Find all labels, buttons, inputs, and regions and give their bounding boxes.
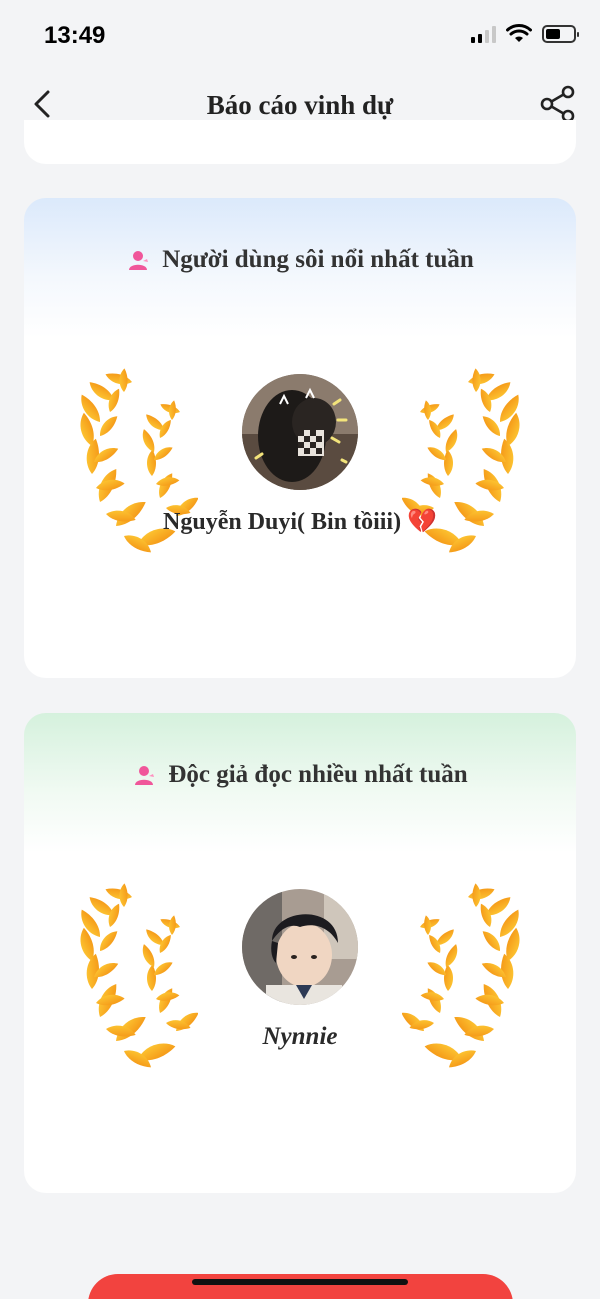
status-time: 13:49 xyxy=(44,22,106,49)
card-header: Độc giả đọc nhiều nhất tuần xyxy=(24,761,576,789)
broken-heart-icon: 💔 xyxy=(407,509,437,535)
user-icon xyxy=(135,766,155,785)
avatar[interactable] xyxy=(242,374,358,490)
card-title: Độc giả đọc nhiều nhất tuần xyxy=(168,761,468,788)
page-title: Báo cáo vinh dự xyxy=(206,90,394,120)
honor-card-active-user: Người dùng sôi nổi nhất tuần Nguyễn Duyi… xyxy=(24,198,576,678)
user-icon xyxy=(129,251,149,270)
user-name-text: Nynnie xyxy=(262,1023,338,1050)
share-icon[interactable] xyxy=(538,84,578,124)
card-header: Người dùng sôi nổi nhất tuần xyxy=(24,246,576,274)
battery-icon xyxy=(542,25,579,43)
status-bar: 13:49 xyxy=(0,0,600,70)
honor-card-top-reader: Độc giả đọc nhiều nhất tuần Nynnie xyxy=(24,713,576,1193)
status-icons xyxy=(471,24,579,44)
signal-icon xyxy=(471,25,496,43)
user-name: Nynnie xyxy=(160,1019,440,1055)
wifi-icon xyxy=(506,24,532,42)
primary-action-button[interactable] xyxy=(88,1274,513,1299)
user-name: Nguyễn Duyi( Bin tồiii) 💔 xyxy=(160,504,440,540)
home-indicator xyxy=(192,1279,408,1285)
card-title: Người dùng sôi nổi nhất tuần xyxy=(162,246,474,273)
user-name-text: Nguyễn Duyi( Bin tồiii) xyxy=(163,509,402,535)
previous-card xyxy=(24,120,576,164)
avatar[interactable] xyxy=(242,889,358,1005)
